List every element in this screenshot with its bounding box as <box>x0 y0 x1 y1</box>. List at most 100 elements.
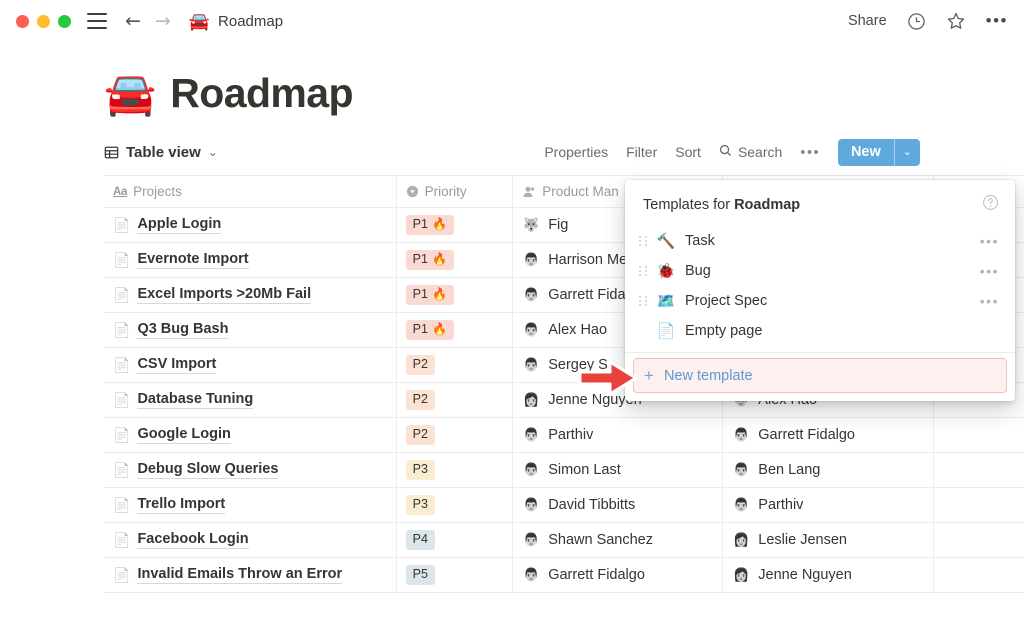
tab-table-view[interactable]: Table view ⌄ <box>104 144 218 161</box>
cell-priority[interactable]: P3 <box>397 453 514 487</box>
cell-priority[interactable]: P4 <box>397 523 514 557</box>
filter-button[interactable]: Filter <box>617 140 666 164</box>
template-more-icon[interactable]: ••• <box>980 263 999 279</box>
table-row[interactable]: 📄 Invalid Emails Throw an Error P5 👨 Garrett… <box>104 558 1024 593</box>
cell-extra[interactable] <box>934 488 1024 522</box>
favorite-icon[interactable] <box>946 11 966 31</box>
project-name[interactable]: Evernote Import <box>137 251 249 269</box>
cell-priority[interactable]: P2 <box>397 418 514 452</box>
cell-project[interactable]: 📄 CSV Import <box>104 348 397 382</box>
search-label: Search <box>737 144 783 160</box>
sort-button[interactable]: Sort <box>666 140 710 164</box>
cell-priority[interactable]: P1 🔥 <box>397 313 514 347</box>
new-button[interactable]: New <box>837 138 894 166</box>
cell-engineering[interactable]: 👩 Leslie Jensen <box>723 523 935 557</box>
template-item[interactable]: 🗺️ Project Spec ••• <box>625 286 1015 316</box>
project-name[interactable]: Google Login <box>137 426 231 444</box>
cell-project[interactable]: 📄 Evernote Import <box>104 243 397 277</box>
page-document-icon: 📄 <box>113 286 131 303</box>
cell-project[interactable]: 📄 Q3 Bug Bash <box>104 313 397 347</box>
more-options-icon[interactable]: ••• <box>986 11 1008 31</box>
table-row[interactable]: 📄 Facebook Login P4 👨 Shawn Sanchez 👩 Leslie J… <box>104 523 1024 558</box>
search-button[interactable]: Search <box>710 140 791 164</box>
close-window-button[interactable] <box>16 14 29 28</box>
cell-project[interactable]: 📄 Invalid Emails Throw an Error <box>104 558 397 592</box>
project-name[interactable]: Database Tuning <box>137 391 254 409</box>
cell-priority[interactable]: P2 <box>397 348 514 382</box>
project-name[interactable]: CSV Import <box>137 356 217 374</box>
table-row[interactable]: 📄 Trello Import P3 👨 David Tibbitts 👨 Parthiv <box>104 488 1024 523</box>
cell-priority[interactable]: P1 🔥 <box>397 243 514 277</box>
template-item[interactable]: 🐞 Bug ••• <box>625 256 1015 286</box>
new-dropdown-caret-icon[interactable]: ⌄ <box>893 138 920 166</box>
window-controls[interactable] <box>16 14 71 28</box>
cell-extra[interactable] <box>934 558 1024 592</box>
cell-project[interactable]: 📄 Database Tuning <box>104 383 397 417</box>
cell-product-manager[interactable]: 👨 Parthiv <box>513 418 724 452</box>
table-row[interactable]: 📄 Google Login P2 👨 Parthiv 👨 Garrett Fidalgo <box>104 418 1024 453</box>
breadcrumb[interactable]: 🚘 Roadmap <box>189 13 283 30</box>
back-arrow-icon[interactable]: ← <box>125 11 141 31</box>
cell-project[interactable]: 📄 Excel Imports >20Mb Fail <box>104 278 397 312</box>
cell-priority[interactable]: P1 🔥 <box>397 278 514 312</box>
drag-handle-icon[interactable] <box>637 266 649 276</box>
properties-button[interactable]: Properties <box>535 140 617 164</box>
cell-product-manager[interactable]: 👨 Simon Last <box>513 453 724 487</box>
cell-engineering[interactable]: 👩 Jenne Nguyen <box>723 558 935 592</box>
page-title-text[interactable]: Roadmap <box>170 70 353 117</box>
hamburger-icon[interactable] <box>87 13 107 29</box>
drag-handle-icon[interactable] <box>637 236 649 246</box>
cell-product-manager[interactable]: 👨 Shawn Sanchez <box>513 523 724 557</box>
avatar: 👨 <box>523 567 540 582</box>
cell-extra[interactable] <box>934 523 1024 557</box>
project-name[interactable]: Invalid Emails Throw an Error <box>137 566 343 584</box>
maximize-window-button[interactable] <box>58 14 71 28</box>
template-item[interactable]: 🔨 Task ••• <box>625 226 1015 256</box>
new-template-button[interactable]: + New template <box>633 358 1007 393</box>
project-name[interactable]: Apple Login <box>137 216 222 234</box>
template-more-icon[interactable]: ••• <box>980 233 999 249</box>
car-emoji-large-icon[interactable]: 🚘 <box>104 72 156 115</box>
cell-priority[interactable]: P5 <box>397 558 514 592</box>
history-icon[interactable] <box>907 12 926 31</box>
share-button[interactable]: Share <box>848 13 887 29</box>
column-header-priority[interactable]: Priority <box>397 176 514 207</box>
cell-priority[interactable]: P2 <box>397 383 514 417</box>
cell-extra[interactable] <box>934 453 1024 487</box>
toolbar-more-icon[interactable]: ••• <box>791 142 829 163</box>
cell-product-manager[interactable]: 👨 David Tibbitts <box>513 488 724 522</box>
cell-priority[interactable]: P3 <box>397 488 514 522</box>
template-more-icon[interactable]: ••• <box>980 293 999 309</box>
cell-engineering[interactable]: 👨 Ben Lang <box>723 453 935 487</box>
priority-tag: P2 <box>405 425 435 445</box>
question-mark-icon[interactable] <box>982 194 999 216</box>
template-emoji-icon: 🗺️ <box>656 293 676 310</box>
cell-engineering[interactable]: 👨 Garrett Fidalgo <box>723 418 935 452</box>
cell-product-manager[interactable]: 👨 Garrett Fidalgo <box>513 558 724 592</box>
forward-arrow-icon[interactable]: → <box>155 11 171 31</box>
cell-project[interactable]: 📄 Google Login <box>104 418 397 452</box>
project-name[interactable]: Excel Imports >20Mb Fail <box>137 286 312 304</box>
page-document-icon: 📄 <box>113 251 131 268</box>
drag-handle-icon[interactable] <box>637 296 649 306</box>
cell-extra[interactable] <box>934 418 1024 452</box>
avatar: 👩 <box>523 392 540 407</box>
cell-project[interactable]: 📄 Facebook Login <box>104 523 397 557</box>
new-button-group[interactable]: New ⌄ <box>837 138 920 166</box>
project-name[interactable]: Facebook Login <box>137 531 249 549</box>
column-header-projects[interactable]: Aa Projects <box>104 176 397 207</box>
project-name[interactable]: Trello Import <box>137 496 226 514</box>
table-row[interactable]: 📄 Debug Slow Queries P3 👨 Simon Last 👨 Ben Lan… <box>104 453 1024 488</box>
chevron-down-icon[interactable]: ⌄ <box>208 145 218 159</box>
cell-project[interactable]: 📄 Trello Import <box>104 488 397 522</box>
cell-engineering[interactable]: 👨 Parthiv <box>723 488 935 522</box>
project-name[interactable]: Q3 Bug Bash <box>137 321 229 339</box>
cell-project[interactable]: 📄 Apple Login <box>104 208 397 242</box>
project-name[interactable]: Debug Slow Queries <box>137 461 279 479</box>
minimize-window-button[interactable] <box>37 14 50 28</box>
cell-project[interactable]: 📄 Debug Slow Queries <box>104 453 397 487</box>
template-item[interactable]: 📄 Empty page <box>625 316 1015 346</box>
cell-priority[interactable]: P1 🔥 <box>397 208 514 242</box>
navigation-arrows[interactable]: ← → <box>125 11 171 31</box>
avatar: 👩 <box>733 532 750 547</box>
